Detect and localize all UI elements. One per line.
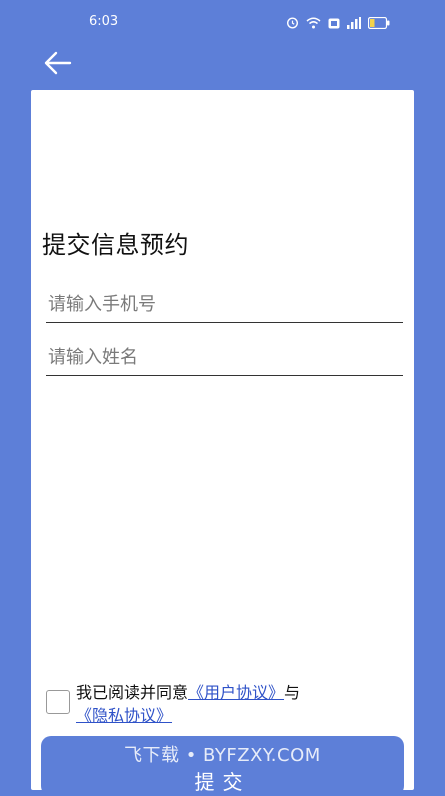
phone-input[interactable]	[46, 286, 403, 323]
back-button[interactable]	[40, 48, 76, 78]
watermark: 飞下载 • BYFZXY.COM	[124, 745, 321, 766]
agreement-prefix: 我已阅读并同意	[76, 683, 189, 702]
status-icons	[286, 14, 390, 33]
arrow-left-icon	[44, 51, 72, 75]
hd-icon	[328, 14, 340, 33]
status-time: 6:03	[89, 14, 119, 29]
signal-icon	[347, 14, 361, 33]
battery-icon	[367, 14, 390, 33]
agreement-checkbox[interactable]	[46, 690, 70, 714]
name-input[interactable]	[46, 339, 403, 376]
page-title: 提交信息预约	[42, 231, 189, 259]
agreement-connector: 与	[284, 683, 301, 702]
submit-label: 提交	[194, 769, 251, 794]
status-bar: 6:03	[0, 0, 445, 42]
alarm-icon	[286, 14, 299, 33]
wifi-icon	[306, 14, 321, 33]
privacy-policy-link[interactable]: 《隐私协议》	[76, 706, 172, 725]
agreement-text: 我已阅读并同意《用户协议》与《隐私协议》	[76, 681, 391, 727]
user-agreement-link[interactable]: 《用户协议》	[188, 683, 284, 702]
